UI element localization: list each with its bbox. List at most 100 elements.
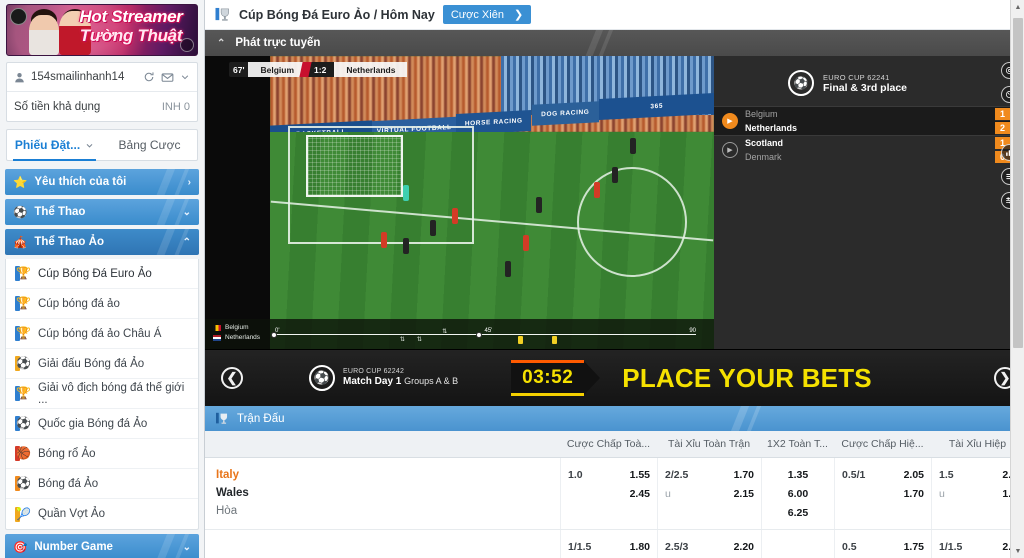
sidebar-group-number-game[interactable]: 🎯 Number Game ⌄ [5,534,199,558]
stream-header[interactable]: ⌃ Phát trực tuyến [205,30,1024,56]
tennis-icon: 🎾 [15,506,31,522]
main-content: Cúp Bóng Đá Euro Ảo / Hôm Nay Cược Xiên … [205,0,1024,558]
odds-cell[interactable]: 2.45 [561,484,657,503]
odds-cell[interactable]: 1.35 [762,465,834,484]
sidebar-group-virtual-sports[interactable]: 🎪 Thể Thao Ảo ⌃ [5,229,199,255]
col-handicap-half: 0.5/1 2.05 1.70 [834,458,931,529]
banner-headline: PLACE YOUR BETS [622,362,872,393]
side-panel-match-0[interactable]: ▶ Belgium 1 Netherlands 2 [714,106,1010,135]
banner-timer: 03:52 [511,360,601,396]
sidebar-item-4[interactable]: 🏆 Giải vô địch bóng đá thế giới ... [6,379,198,409]
banner-cup-id: EURO CUP 62242 [343,368,405,376]
app-root: Hot Streamer Tường Thuật 154smailinhanh1… [0,0,1024,558]
table-row: 1/1.51.802.002.5/32.20u1.650.51.752.001/… [205,530,1024,558]
odds-handicap: 1.5 [939,468,954,481]
soccer-player-icon: ⚽ [788,70,814,96]
player-marker [381,231,387,248]
sidebar-item-1[interactable]: 🏆 Cúp bóng đá ảo [6,289,198,319]
play-icon[interactable]: ▶ [722,142,738,158]
banner-match-day: Match Day 1 [343,376,402,388]
trophy-icon [215,7,231,22]
odds-handicap: 1/1.5 [568,540,592,553]
stream-header-label: Phát trực tuyến [235,37,321,49]
place-bets-banner: ❮ ⚽ EURO CUP 62242 Match Day 1 Groups A … [205,349,1024,406]
chevron-down-icon[interactable] [180,72,190,82]
scrollbar-thumb[interactable] [1013,18,1023,348]
odds-cell[interactable]: 2/2.5 1.70 [658,465,761,484]
banner-prev-button[interactable]: ❮ [221,367,243,389]
virtual-sports-icon: 🎪 [13,237,28,249]
timeline-track: 0' 45' 90 ⇅ ⇅ ⇅ [271,328,696,344]
odds-table-body: Italy Wales Hòa 1.0 1.55 2.45 2/2.5 1.70 u 2.15 1.… [205,458,1024,558]
odds-cell[interactable]: 6.25 [762,503,834,522]
col-header-handicap-full: Cược Chấp Toà... [566,438,651,450]
timeline-goal-marker [476,331,483,338]
timeline-yellow-card [552,336,558,344]
odds-cell[interactable]: 2.5/3 2.20 [658,537,761,556]
sidebar-item-label: Giải đấu Bóng đá Ảo [38,357,145,370]
match-timeline[interactable]: Belgium Netherlands 0' 45' 90 ⇅ ⇅ ⇅ [205,319,714,349]
user-avatar-icon [14,72,25,83]
basketball-icon: 🏀 [15,446,31,461]
sidebar-group-favorites[interactable]: ⭐ Yêu thích của tôi › [5,169,199,195]
sidebar-item-7[interactable]: ⚽ Bóng đá Ảo [6,469,198,499]
scroll-down-button[interactable]: ▼ [1011,544,1024,558]
sidebar-group-sports[interactable]: ⚽ Thể Thao ⌄ [5,199,199,225]
odds-cell[interactable]: 1/1.5 1.80 [561,537,657,556]
penalty-box-line [287,126,475,244]
promo-figure-left [29,15,59,55]
sidebar-item-0[interactable]: 🏆 Cúp Bóng Đá Euro Ảo [6,259,198,289]
sidebar-item-label: Quần Vợt Ảo [38,508,105,520]
team-draw: Hòa [216,505,238,517]
match-section-header[interactable]: Trận Đấu [205,406,1024,431]
sidebar-item-2[interactable]: 🏆 Cúp bóng đá ảo Châu Á [6,319,198,349]
promo-banner[interactable]: Hot Streamer Tường Thuật [6,4,198,56]
parlay-button-label: Cược Xiên [450,8,504,21]
match-scoreboard-overlay: 67' Belgium 1:2 Netherlands [229,62,408,77]
mail-icon[interactable] [161,71,174,84]
side-panel-match-1[interactable]: ▶Scotland1Denmark0 [714,135,1010,164]
player-marker [611,167,618,184]
odds-handicap: 1.0 [568,468,583,481]
odds-value: 2.20 [733,540,754,553]
side-panel-home: Belgium [745,109,778,119]
sidebar-item-8[interactable]: 🎾 Quần Vợt Ảo [6,499,198,529]
odds-cell[interactable]: 1.0 1.55 [561,465,657,484]
sidebar-virtual-list: 🏆 Cúp Bóng Đá Euro Ảo 🏆 Cúp bóng đá ảo 🏆 Cúp … [5,259,199,530]
banner-timer-value: 03:52 [511,360,585,396]
odds-cell[interactable]: u 2.15 [658,484,761,503]
bet-tabs: Phiếu Đặt... Bảng Cược [6,129,198,161]
sidebar-group-virtual-sports-label: Thể Thao Ảo [34,236,104,248]
timeline-goal-marker [271,331,277,338]
scoreboard-score: 1:2 [306,62,335,77]
odds-value: 6.00 [787,487,809,500]
parlay-button[interactable]: Cược Xiên ❯ [442,5,532,24]
odds-cell[interactable]: 0.5 1.75 [835,537,931,556]
odds-handicap: 0.5/1 [842,468,866,481]
col-overunder-full: 2/2.5 1.70 u 2.15 [657,458,761,529]
odds-value: 2.05 [903,468,924,481]
page-scrollbar[interactable]: ▲ ▼ [1010,0,1024,558]
user-card: 154smailinhanh14 Số tiền khả dụng INH 0 [6,62,198,122]
tab-bet-slip[interactable]: Phiếu Đặt... [7,130,102,161]
player-marker [629,138,636,155]
sidebar-item-5[interactable]: ⚽ Quốc gia Bóng đá Ảo [6,409,198,439]
chevron-down-icon: ⌄ [182,541,191,553]
sidebar-item-6[interactable]: 🏀 Bóng rổ Ảo [6,439,198,469]
play-icon[interactable]: ▶ [722,113,738,129]
user-row[interactable]: 154smailinhanh14 [7,63,197,92]
odds-cell[interactable]: 0.5/1 2.05 [835,465,931,484]
odds-cell[interactable]: 6.00 [762,484,834,503]
row-teams [205,530,560,558]
sidebar-group-sports-label: Thể Thao [34,206,86,218]
tab-bet-list[interactable]: Bảng Cược [102,130,197,160]
odds-value: 1.80 [629,540,650,553]
video-player[interactable]: BASKETBALL VIRTUAL FOOTBALL HORSE RACING… [205,56,1024,349]
numbers-icon: 🎯 [13,542,28,554]
soccer-icon: ⚽ [15,356,31,371]
sidebar-item-label: Bóng đá Ảo [38,477,99,490]
odds-cell[interactable]: 1.70 [835,484,931,503]
scroll-up-button[interactable]: ▲ [1011,0,1024,14]
sidebar-item-3[interactable]: ⚽ Giải đấu Bóng đá Ảo [6,349,198,379]
refresh-icon[interactable] [143,71,155,83]
